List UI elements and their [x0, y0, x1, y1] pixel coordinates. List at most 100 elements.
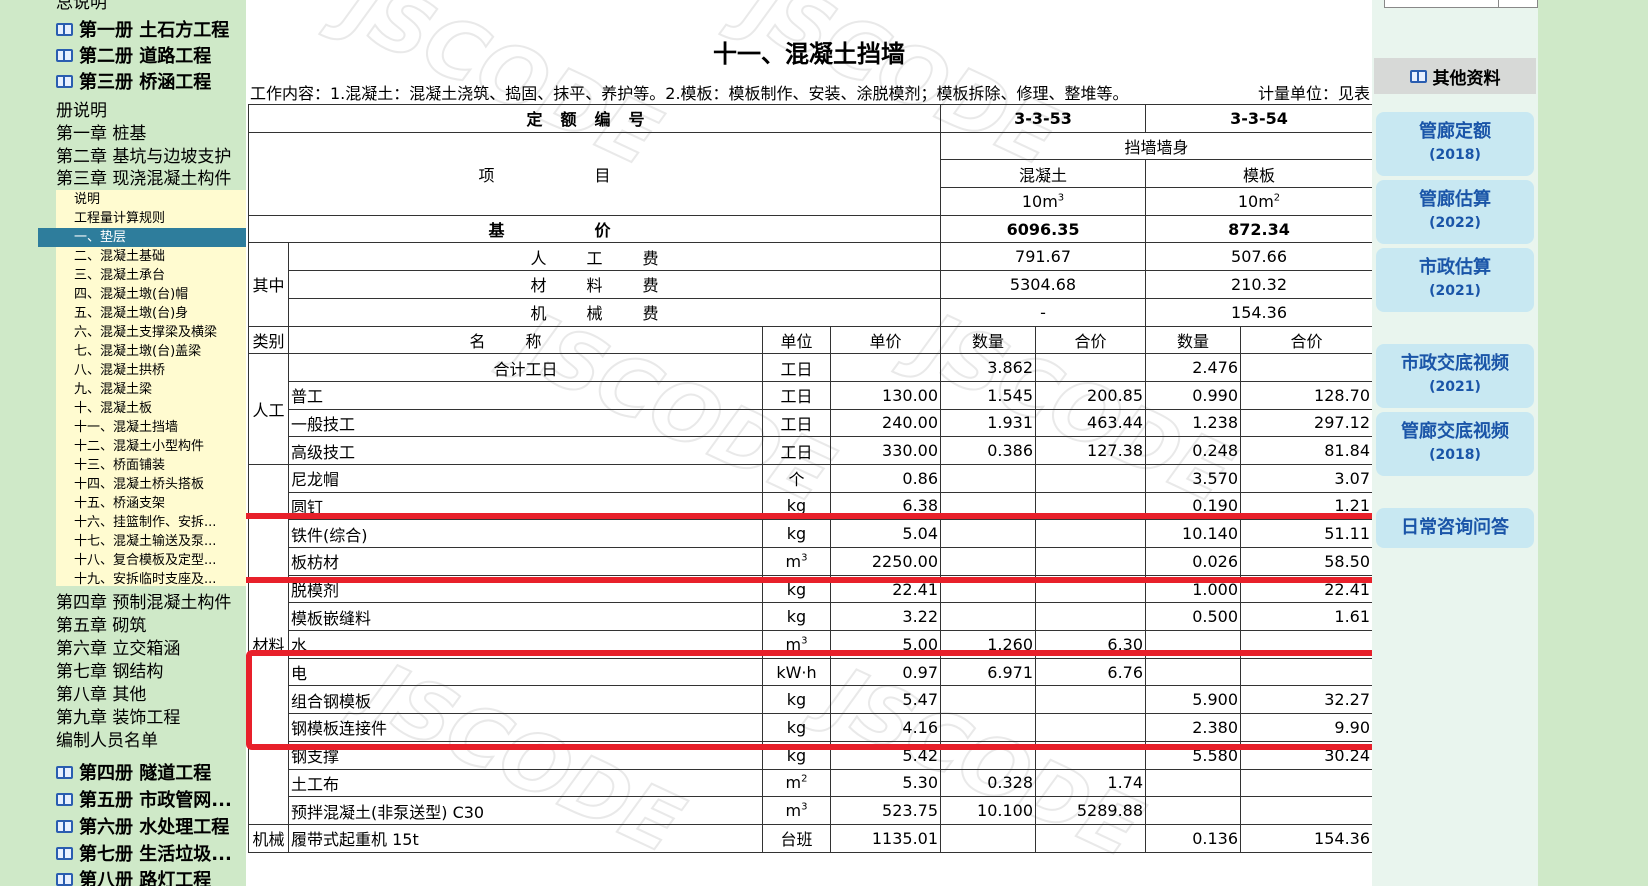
- quota-code-1[interactable]: 3-3-53: [940, 104, 1147, 133]
- nav-subitem[interactable]: 十七、混凝土输送及泵...: [74, 532, 244, 551]
- resource-total-2: 154.36: [1240, 823, 1372, 853]
- nav-book-8[interactable]: 第八册 路灯工程: [56, 866, 211, 886]
- nav-subitem[interactable]: 五、混凝土墩(台)身: [74, 304, 244, 323]
- resource-qty-1: 1.260: [940, 630, 1037, 659]
- resource-total-1: [1035, 519, 1147, 548]
- resource-total-1: 463.44: [1035, 408, 1147, 438]
- resource-total-2: [1240, 353, 1372, 382]
- resource-name: 圆钉: [288, 491, 763, 521]
- nav-subitem-active[interactable]: 一、垫层: [38, 228, 246, 247]
- book-icon: [56, 819, 73, 833]
- nav-chapter-4[interactable]: 第四章 预制混凝土构件: [56, 592, 231, 615]
- nav-subitem[interactable]: 七、混凝土墩(台)盖梁: [74, 342, 244, 361]
- nav-chapter-8[interactable]: 第八章 其他: [56, 684, 146, 707]
- page-title: 十一、混凝土挡墙: [713, 40, 905, 68]
- resource-unit: 个: [762, 463, 831, 493]
- resource-unit: kg: [762, 602, 831, 632]
- book-icon: [56, 48, 73, 62]
- right-panel: 其他资料 管廊定额 (2018) 管廊估算 (2022) 市政估算 (2021) 市政…: [1372, 0, 1538, 886]
- nav-subitem[interactable]: 九、混凝土梁: [74, 380, 244, 399]
- nav-subitem[interactable]: 六、混凝土支撑梁及横梁: [74, 323, 244, 342]
- nav-book-3[interactable]: 第三册 桥涵工程: [56, 68, 211, 94]
- nav-book-2[interactable]: 第二册 道路工程: [56, 42, 211, 68]
- resource-unit: m2: [762, 768, 831, 798]
- resource-qty-1: [940, 823, 1037, 853]
- nav-subitem[interactable]: 十二、混凝土小型构件: [74, 437, 244, 456]
- resource-row: 钢支撑 kg 5.42 5.580 30.24: [249, 740, 1372, 770]
- fee-value-2: 154.36: [1145, 297, 1372, 327]
- resource-total-1: 127.38: [1035, 436, 1147, 465]
- resource-qty-2: [1145, 630, 1242, 659]
- resource-qty-2: [1145, 657, 1242, 687]
- resource-row: 人工 合计工日 工日 3.862 2.476: [248, 353, 1372, 465]
- resource-row: 水 m3 5.00 1.260 6.30: [249, 630, 1372, 659]
- nav-subitem[interactable]: 工程量计算规则: [74, 209, 244, 228]
- nav-subitem[interactable]: 十一、混凝土挡墙: [74, 418, 244, 437]
- nav-subitem[interactable]: 说明: [74, 190, 244, 209]
- base-price-2: 872.34: [1145, 214, 1372, 244]
- nav-subitem[interactable]: 十九、安拆临时支座及...: [74, 570, 244, 589]
- resource-total-1: [1035, 353, 1147, 382]
- category-cell: 材料: [248, 463, 289, 825]
- sub-name-1: 混凝土: [940, 159, 1147, 189]
- resource-qty-2: 0.990: [1145, 380, 1242, 410]
- nav-subitem[interactable]: 十六、挂篮制作、安拆...: [74, 513, 244, 532]
- nav-chapter-7[interactable]: 第七章 钢结构: [56, 661, 163, 684]
- fee-name: 人工费: [287, 242, 942, 272]
- col-header-name: 名称: [288, 325, 763, 355]
- resource-qty-2: [1145, 796, 1242, 825]
- resource-total-2: 128.70: [1240, 380, 1372, 410]
- nav-book-1[interactable]: 第一册 土石方工程: [56, 16, 229, 42]
- link-gallery-quota[interactable]: 管廊定额 (2018): [1376, 112, 1534, 176]
- nav-book3-intro[interactable]: 册说明: [56, 100, 107, 123]
- nav-subitem[interactable]: 二、混凝土基础: [74, 247, 244, 266]
- col-header-qty-1: 数量: [940, 325, 1037, 355]
- nav-book-4[interactable]: 第四册 隧道工程: [56, 759, 211, 785]
- resource-total-1: 6.30: [1035, 630, 1147, 659]
- fee-value-1: 791.67: [940, 242, 1147, 272]
- resource-total-2: [1240, 657, 1372, 687]
- link-municipal-video[interactable]: 市政交底视频 (2021): [1376, 344, 1534, 408]
- nav-subitem[interactable]: 十八、复合模板及定型...: [74, 551, 244, 570]
- link-municipal-estimate[interactable]: 市政估算 (2021): [1376, 248, 1534, 312]
- nav-chapter-3[interactable]: 第三章 现浇混凝土构件: [56, 168, 231, 191]
- resource-qty-1: 1.931: [940, 408, 1037, 438]
- nav-subitem[interactable]: 八、混凝土拱桥: [74, 361, 244, 380]
- resource-row: 预拌混凝土(非泵送型) C30 m3 523.75 10.100 5289.88: [249, 796, 1372, 825]
- nav-subitem[interactable]: 十五、桥涵支架: [74, 494, 244, 513]
- nav-subitem[interactable]: 十四、混凝土桥头搭板: [74, 475, 244, 494]
- nav-book-5[interactable]: 第五册 市政管网...: [56, 786, 232, 812]
- category-cell: 人工: [248, 353, 289, 465]
- search-button[interactable]: [1498, 0, 1538, 8]
- nav-chapter-9[interactable]: 第九章 装饰工程: [56, 707, 180, 730]
- nav-chapter-1[interactable]: 第一章 桩基: [56, 123, 146, 146]
- resource-total-1: [1035, 602, 1147, 632]
- resource-price: 523.75: [829, 796, 942, 825]
- resource-total-2: 297.12: [1240, 408, 1372, 438]
- nav-general-notes[interactable]: 总说明: [56, 0, 107, 15]
- nav-staff-list[interactable]: 编制人员名单: [56, 730, 158, 753]
- resource-unit: kg: [762, 740, 831, 770]
- resource-unit: kg: [762, 713, 831, 742]
- fee-value-2: 507.66: [1145, 242, 1372, 272]
- resource-price: 5.00: [829, 630, 942, 659]
- link-gallery-estimate[interactable]: 管廊估算 (2022): [1376, 180, 1534, 244]
- nav-chapter-2[interactable]: 第二章 基坑与边坡支护: [56, 146, 231, 169]
- quota-code-2[interactable]: 3-3-54: [1145, 104, 1372, 133]
- nav-chapter-5[interactable]: 第五章 砌筑: [56, 615, 146, 638]
- resource-name: 钢支撑: [288, 740, 763, 770]
- resource-price: 4.16: [829, 713, 942, 742]
- nav-subitem[interactable]: 十、混凝土板: [74, 399, 244, 418]
- resource-unit: kg: [762, 574, 831, 604]
- resource-qty-2: 5.580: [1145, 740, 1242, 770]
- resource-qty-2: 0.026: [1145, 547, 1242, 576]
- nav-subitem[interactable]: 十三、桥面铺装: [74, 456, 244, 475]
- nav-book-7[interactable]: 第七册 生活垃圾...: [56, 840, 232, 866]
- nav-book-6[interactable]: 第六册 水处理工程: [56, 813, 229, 839]
- link-daily-qa[interactable]: 日常咨询问答: [1376, 508, 1534, 548]
- nav-subitem[interactable]: 三、混凝土承台: [74, 266, 244, 285]
- link-gallery-video[interactable]: 管廊交底视频 (2018): [1376, 412, 1534, 476]
- resource-row: 普工 工日 130.00 1.545 200.85 0.990 128.70: [249, 380, 1372, 410]
- nav-subitem[interactable]: 四、混凝土墩(台)帽: [74, 285, 244, 304]
- nav-chapter-6[interactable]: 第六章 立交箱涵: [56, 638, 180, 661]
